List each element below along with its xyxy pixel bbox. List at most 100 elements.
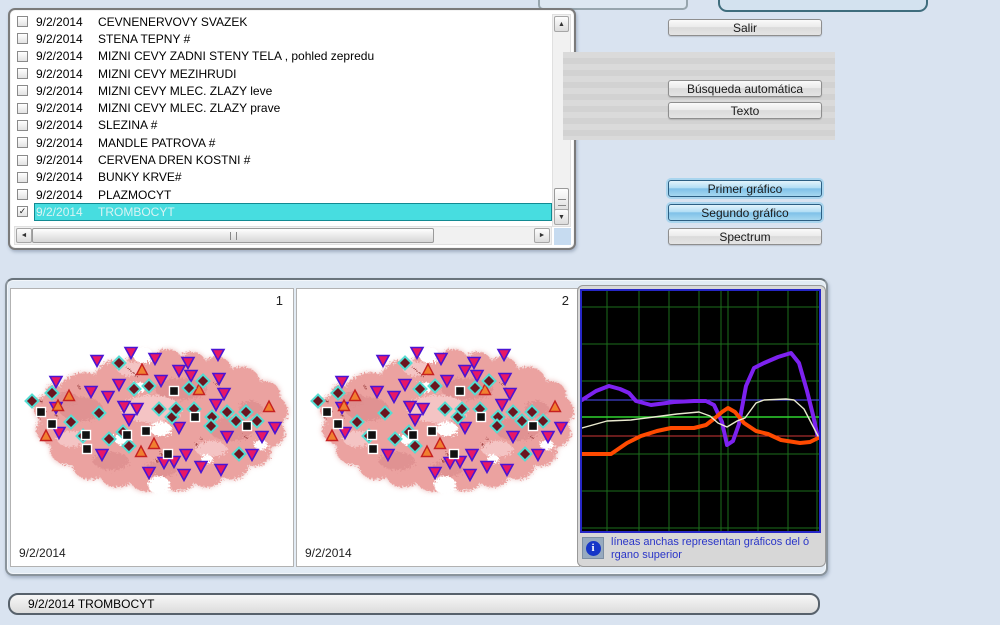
spectrum-button[interactable]: Spectrum	[668, 228, 822, 245]
checkbox-unchecked[interactable]	[17, 85, 28, 96]
list-item-5[interactable]: 9/2/2014MIZNI CEVY MLEC. ZLAZY prave	[14, 99, 552, 116]
item-label: BUNKY KRVE#	[98, 170, 182, 184]
list-item-text: 9/2/2014MIZNI CEVY MEZIHRUDI	[34, 65, 552, 82]
spectrum-note-text: líneas anchas representan gráficos del ó…	[611, 536, 809, 564]
status-text: 9/2/2014 TROMBOCYT	[28, 597, 155, 611]
info-icon: i	[582, 537, 604, 559]
scrollbar-corner	[554, 228, 571, 245]
panel-number: 1	[276, 293, 283, 308]
checkbox-unchecked[interactable]	[17, 33, 28, 44]
records-list: 9/2/2014CEVNENERVOVY SVAZEK9/2/2014STENA…	[14, 13, 552, 227]
checkbox-unchecked[interactable]	[17, 103, 28, 114]
organ-image-2	[297, 289, 579, 566]
marker-square	[477, 413, 486, 422]
marker-square	[83, 445, 92, 454]
marker-square	[48, 420, 57, 429]
list-item-text: 9/2/2014CEVNENERVOVY SVAZEK	[34, 13, 552, 30]
segundo-grafico-button[interactable]: Segundo gráfico	[668, 204, 822, 221]
list-item-text: 9/2/2014PLAZMOCYT	[34, 186, 552, 203]
list-item-6[interactable]: 9/2/2014SLEZINA #	[14, 117, 552, 134]
item-label: MANDLE PATROVA #	[98, 136, 215, 150]
info-icon-glyph: i	[586, 541, 601, 556]
marker-triangle-down	[377, 356, 389, 367]
list-item-4[interactable]: 9/2/2014MIZNI CEVY MLEC. ZLAZY leve	[14, 82, 552, 99]
list-item-10[interactable]: 9/2/2014PLAZMOCYT	[14, 186, 552, 203]
item-date: 9/2/2014	[36, 32, 98, 46]
primer-grafico-button[interactable]: Primer gráfico	[668, 180, 822, 197]
spectrum-panel: i líneas anchas representan gráficos del…	[577, 285, 826, 567]
marker-square	[142, 427, 151, 436]
list-item-7[interactable]: 9/2/2014MANDLE PATROVA #	[14, 134, 552, 151]
list-item-11[interactable]: ✓9/2/2014TROMBOCYT	[14, 203, 552, 220]
checkbox-unchecked[interactable]	[17, 120, 28, 131]
list-item-text: 9/2/2014STENA TEPNY #	[34, 30, 552, 47]
marker-square	[170, 387, 179, 396]
list-item-3[interactable]: 9/2/2014MIZNI CEVY MEZIHRUDI	[14, 65, 552, 82]
item-date: 9/2/2014	[36, 15, 98, 29]
item-label: PLAZMOCYT	[98, 188, 171, 202]
item-label: MIZNI CEVY MLEC. ZLAZY leve	[98, 84, 272, 98]
thumb-grip	[558, 199, 566, 206]
records-listbox[interactable]: 9/2/2014CEVNENERVOVY SVAZEK9/2/2014STENA…	[8, 8, 576, 250]
organ-image-1	[11, 289, 293, 566]
checkbox-unchecked[interactable]	[17, 137, 28, 148]
marker-square	[409, 431, 418, 440]
list-item-text: 9/2/2014MIZNI CEVY MLEC. ZLAZY prave	[34, 99, 552, 116]
scroll-left-button[interactable]: ◄	[16, 228, 32, 243]
item-label: CERVENA DREN KOSTNI #	[98, 153, 250, 167]
spectrum-chart	[580, 289, 821, 533]
marker-square	[428, 427, 437, 436]
marker-square	[123, 431, 132, 440]
results-container: 1 9/2/2014 2 9/2/2014 i líneas anchas re…	[5, 278, 828, 576]
thumb-grip	[230, 232, 237, 240]
item-date: 9/2/2014	[36, 153, 98, 167]
checkbox-unchecked[interactable]	[17, 172, 28, 183]
scroll-up-button[interactable]: ▲	[554, 16, 569, 32]
marker-square	[243, 422, 252, 431]
partial-frame-top-right	[718, 0, 928, 12]
marker-square	[368, 431, 377, 440]
list-item-text: 9/2/2014MIZNI CEVY ZADNI STENY TELA , po…	[34, 48, 552, 65]
checkbox-unchecked[interactable]	[17, 68, 28, 79]
list-item-text: 9/2/2014MIZNI CEVY MLEC. ZLAZY leve	[34, 82, 552, 99]
salir-button[interactable]: Salir	[668, 19, 822, 36]
list-item-text: 9/2/2014CERVENA DREN KOSTNI #	[34, 151, 552, 168]
item-date: 9/2/2014	[36, 188, 98, 202]
list-item-9[interactable]: 9/2/2014BUNKY KRVE#	[14, 169, 552, 186]
horizontal-scroll-thumb[interactable]	[32, 228, 434, 243]
horizontal-scrollbar[interactable]: ◄ ►	[14, 226, 552, 245]
list-item-0[interactable]: 9/2/2014CEVNENERVOVY SVAZEK	[14, 13, 552, 30]
organ-image-panel-2: 2 9/2/2014	[296, 288, 580, 567]
item-label: MIZNI CEVY ZADNI STENY TELA , pohled zep…	[98, 49, 374, 63]
scroll-down-button[interactable]: ▼	[554, 209, 569, 225]
checkbox-unchecked[interactable]	[17, 155, 28, 166]
panel-date: 9/2/2014	[305, 546, 352, 560]
list-item-1[interactable]: 9/2/2014STENA TEPNY #	[14, 30, 552, 47]
checkbox-unchecked[interactable]	[17, 189, 28, 200]
checkbox-checked[interactable]: ✓	[17, 206, 28, 217]
organ-image-panel-1: 1 9/2/2014	[10, 288, 294, 567]
item-label: MIZNI CEVY MEZIHRUDI	[98, 67, 236, 81]
panel-date: 9/2/2014	[19, 546, 66, 560]
item-date: 9/2/2014	[36, 118, 98, 132]
list-item-text: 9/2/2014MANDLE PATROVA #	[34, 134, 552, 151]
list-item-text: 9/2/2014SLEZINA #	[34, 117, 552, 134]
item-date: 9/2/2014	[36, 136, 98, 150]
marker-square	[450, 450, 459, 459]
checkbox-unchecked[interactable]	[17, 16, 28, 27]
scroll-right-button[interactable]: ►	[534, 228, 550, 243]
item-date: 9/2/2014	[36, 101, 98, 115]
list-item-text: 9/2/2014BUNKY KRVE#	[34, 169, 552, 186]
busqueda-automatica-button[interactable]: Búsqueda automática	[668, 80, 822, 97]
note-line-1: líneas anchas representan gráficos del ó	[611, 536, 809, 549]
item-date: 9/2/2014	[36, 205, 98, 219]
texto-button[interactable]: Texto	[668, 102, 822, 119]
list-item-2[interactable]: 9/2/2014MIZNI CEVY ZADNI STENY TELA , po…	[14, 48, 552, 65]
item-label: MIZNI CEVY MLEC. ZLAZY prave	[98, 101, 280, 115]
checkbox-unchecked[interactable]	[17, 51, 28, 62]
item-label: SLEZINA #	[98, 118, 157, 132]
item-date: 9/2/2014	[36, 67, 98, 81]
marker-square	[37, 408, 46, 417]
list-item-8[interactable]: 9/2/2014CERVENA DREN KOSTNI #	[14, 151, 552, 168]
marker-square	[334, 420, 343, 429]
